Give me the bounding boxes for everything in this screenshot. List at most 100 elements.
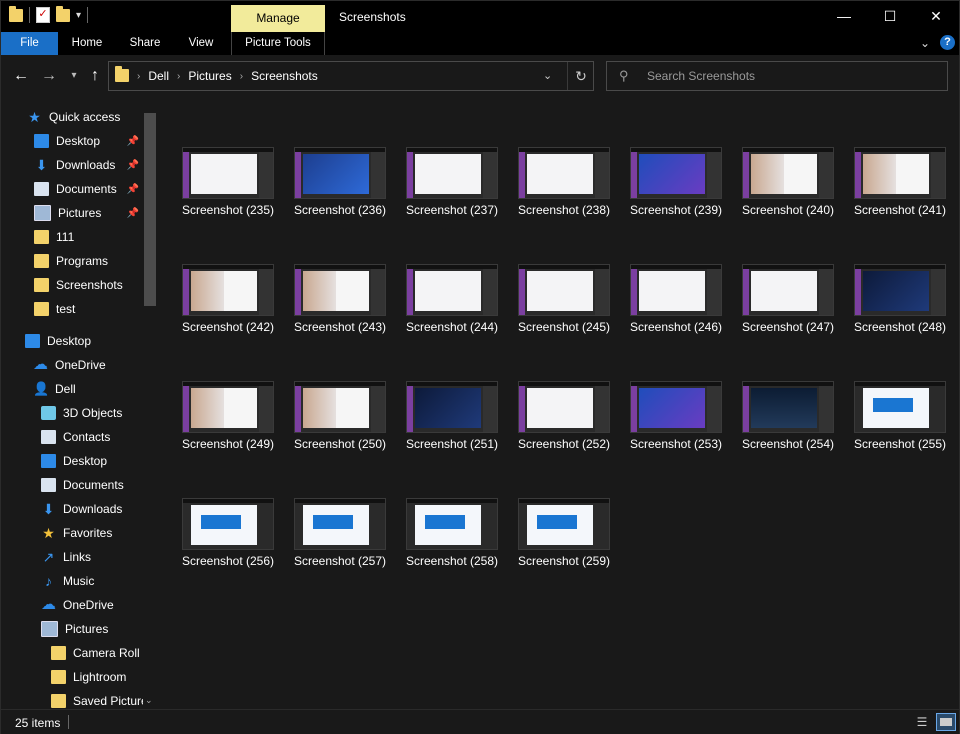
file-tile[interactable]: Screenshot (255) [854, 381, 946, 453]
expand-ribbon-icon[interactable]: ⌄ [920, 36, 930, 50]
sidebar-item-lightroom[interactable]: Lightroom [51, 666, 158, 688]
sidebar-item-pictures[interactable]: Pictures 📌 [34, 202, 141, 224]
sidebar-scrollbar-thumb[interactable] [144, 113, 156, 306]
breadcrumb-dell[interactable]: Dell [148, 69, 169, 83]
thumbnail-image [518, 147, 610, 199]
file-tile[interactable]: Screenshot (241) [854, 147, 946, 219]
file-tile[interactable]: Screenshot (244) [406, 264, 498, 336]
sidebar-item-label: Favorites [63, 526, 113, 540]
file-name: Screenshot (252) [517, 437, 611, 451]
back-arrow-icon[interactable]: ← [11, 64, 31, 88]
sidebar-item-downloads[interactable]: ⬇ Downloads 📌 [34, 154, 141, 176]
tab-picture-tools[interactable]: Picture Tools [231, 32, 325, 55]
properties-icon[interactable]: ✓ [36, 7, 50, 23]
file-tile[interactable]: Screenshot (249) [182, 381, 274, 453]
file-tile[interactable]: Screenshot (256) [182, 498, 274, 570]
chevron-right-icon[interactable]: › [177, 71, 180, 82]
sidebar-item-favorites[interactable]: ★ Favorites [41, 522, 158, 544]
file-tile[interactable]: Screenshot (250) [294, 381, 386, 453]
tab-home[interactable]: Home [63, 32, 111, 55]
details-view-icon[interactable]: ☰ [914, 715, 930, 729]
tab-view[interactable]: View [177, 32, 225, 55]
sidebar-item-programs[interactable]: Programs [34, 250, 158, 272]
file-tile[interactable]: Screenshot (242) [182, 264, 274, 336]
sidebar-item-documents[interactable]: Documents 📌 [34, 178, 141, 200]
chevron-down-icon[interactable]: ⌄ [543, 69, 552, 82]
file-tile[interactable]: Screenshot (258) [406, 498, 498, 570]
large-icons-view-icon[interactable] [936, 713, 956, 731]
thumbnail-image [742, 147, 834, 199]
sidebar-item-label: OneDrive [63, 598, 114, 612]
file-tile[interactable]: Screenshot (239) [630, 147, 722, 219]
breadcrumb-screenshots[interactable]: Screenshots [251, 69, 318, 83]
sidebar-item-downloads-user[interactable]: ⬇ Downloads [41, 498, 158, 520]
title-bar: ✓ ▾ Manage Screenshots — ☐ ✕ [1, 1, 959, 32]
navigation-bar: ← → ▾ ↑ › Dell › Pictures › Screenshots … [1, 55, 959, 97]
tab-manage[interactable]: Manage [231, 5, 325, 32]
breadcrumb-pictures[interactable]: Pictures [188, 69, 231, 83]
pin-icon[interactable]: 📌 [127, 208, 139, 219]
file-tile[interactable]: Screenshot (247) [742, 264, 834, 336]
breadcrumb: › Dell › Pictures › Screenshots [137, 62, 318, 90]
file-tile[interactable]: Screenshot (246) [630, 264, 722, 336]
file-tile[interactable]: Screenshot (235) [182, 147, 274, 219]
sidebar-item-music[interactable]: ♪ Music [41, 570, 158, 592]
thumbnail-image [182, 498, 274, 550]
file-tile[interactable]: Screenshot (252) [518, 381, 610, 453]
pin-icon[interactable]: 📌 [127, 136, 139, 147]
pin-icon[interactable]: 📌 [127, 160, 139, 171]
close-button[interactable]: ✕ [913, 1, 959, 32]
pin-icon[interactable]: 📌 [127, 184, 139, 195]
sidebar-item-onedrive[interactable]: ☁ OneDrive [33, 354, 158, 376]
file-tile[interactable]: Screenshot (251) [406, 381, 498, 453]
sidebar-item-label: Desktop [47, 334, 92, 348]
minimize-button[interactable]: — [821, 1, 867, 32]
maximize-button[interactable]: ☐ [867, 1, 913, 32]
refresh-icon[interactable]: ↻ [567, 62, 594, 90]
help-icon[interactable]: ? [940, 35, 955, 50]
sidebar-item-111[interactable]: 111 [34, 226, 158, 248]
file-tile[interactable]: Screenshot (245) [518, 264, 610, 336]
sidebar-item-dell[interactable]: 👤 Dell [33, 378, 158, 400]
sidebar-item-screenshots[interactable]: Screenshots [34, 274, 158, 296]
address-bar[interactable]: › Dell › Pictures › Screenshots ⌄ ↻ [108, 61, 594, 91]
customize-qat-icon[interactable]: ▾ [76, 10, 81, 21]
sidebar-item-documents-user[interactable]: Documents [41, 474, 158, 496]
sidebar-item-desktop-user[interactable]: Desktop [41, 450, 158, 472]
tab-file[interactable]: File [1, 32, 58, 55]
tab-share[interactable]: Share [121, 32, 169, 55]
forward-arrow-icon[interactable]: → [39, 64, 59, 88]
new-folder-icon[interactable] [56, 5, 70, 22]
file-tile[interactable]: Screenshot (236) [294, 147, 386, 219]
sidebar-item-onedrive-user[interactable]: ☁ OneDrive [41, 594, 158, 616]
file-tile[interactable]: Screenshot (254) [742, 381, 834, 453]
chevron-right-icon[interactable]: › [240, 71, 243, 82]
sidebar-item-contacts[interactable]: Contacts [41, 426, 158, 448]
file-tile[interactable]: Screenshot (259) [518, 498, 610, 570]
sidebar-item-label: Documents [63, 478, 124, 492]
file-tile[interactable]: Screenshot (240) [742, 147, 834, 219]
scroll-down-icon[interactable]: ⌄ [145, 695, 153, 706]
sidebar-item-camera-roll[interactable]: Camera Roll [51, 642, 158, 664]
sidebar-item-desktop[interactable]: Desktop 📌 [34, 130, 141, 152]
file-tile[interactable]: Screenshot (237) [406, 147, 498, 219]
file-tile[interactable]: Screenshot (253) [630, 381, 722, 453]
folder-icon[interactable] [9, 5, 23, 22]
sidebar-item-pictures-user[interactable]: Pictures [41, 618, 158, 640]
sidebar-item-3d-objects[interactable]: 3D Objects [41, 402, 158, 424]
file-tile[interactable]: Screenshot (238) [518, 147, 610, 219]
sidebar-item-desktop-root[interactable]: Desktop [25, 330, 158, 352]
up-arrow-icon[interactable]: ↑ [85, 64, 105, 88]
file-tile[interactable]: Screenshot (257) [294, 498, 386, 570]
sidebar-item-links[interactable]: ↗ Links [41, 546, 158, 568]
sidebar-item-test[interactable]: test [34, 298, 158, 320]
thumbnail-image [630, 264, 722, 316]
sidebar-item-quick-access[interactable]: ★ Quick access [27, 106, 158, 128]
recent-locations-icon[interactable]: ▾ [64, 64, 84, 88]
thumbnail-image [406, 498, 498, 550]
sidebar-item-saved-pictures[interactable]: Saved Picture [51, 690, 143, 709]
file-tile[interactable]: Screenshot (248) [854, 264, 946, 336]
chevron-right-icon[interactable]: › [137, 71, 140, 82]
file-tile[interactable]: Screenshot (243) [294, 264, 386, 336]
search-input[interactable]: ⚲ Search Screenshots [606, 61, 948, 91]
